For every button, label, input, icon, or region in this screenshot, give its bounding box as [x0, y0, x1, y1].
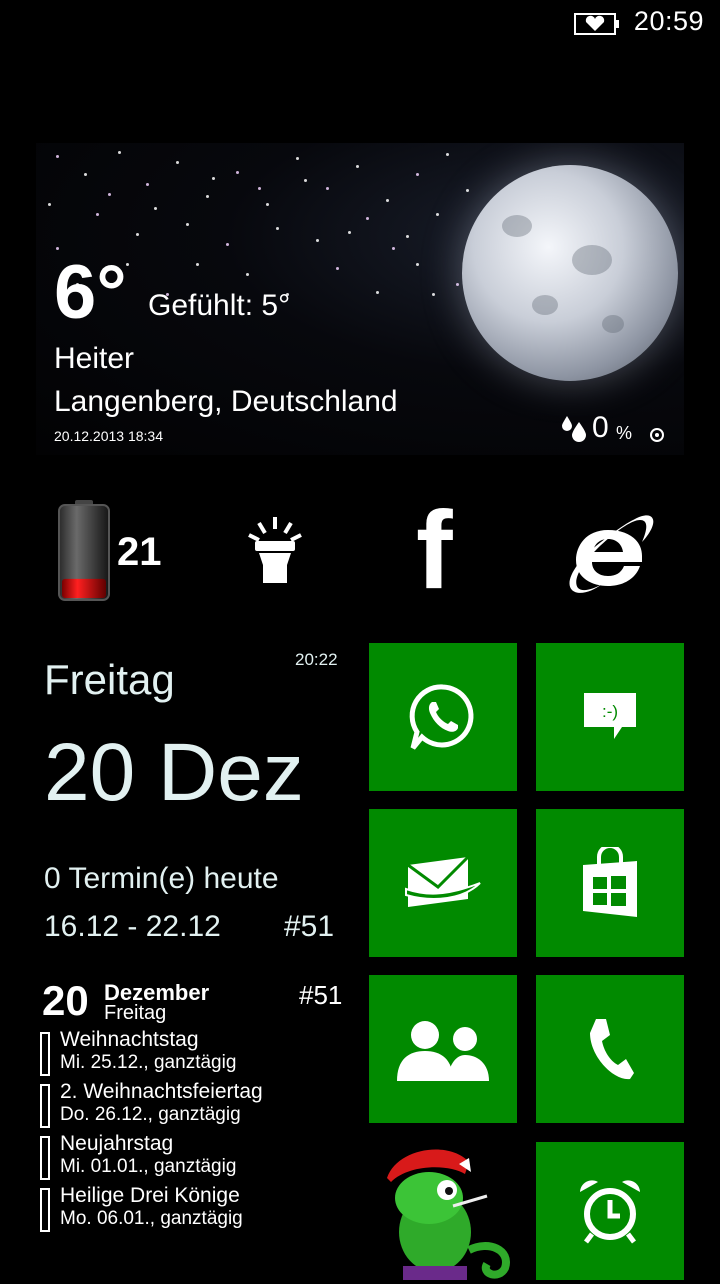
holiday-marker	[40, 1032, 50, 1076]
holiday-day-number: 20	[42, 977, 89, 1024]
holiday-name: Weihnachtstag	[60, 1028, 199, 1051]
weather-tile[interactable]: 6° Gefühlt: 5° Heiter Langenberg, Deutsc…	[36, 143, 684, 455]
raindrop-icon	[562, 416, 586, 442]
radar-indicator-icon	[650, 428, 664, 442]
holiday-list[interactable]: Weihnachtstag Mi. 25.12., ganztägig 2. W…	[40, 1028, 360, 1236]
precipitation-value: 0	[592, 411, 609, 444]
calendar-appointments: 0 Termin(e) heute	[44, 862, 279, 895]
calendar-week-number: #51	[284, 910, 335, 943]
holiday-marker	[40, 1188, 50, 1232]
calendar-weekday[interactable]: Freitag	[44, 656, 175, 704]
holiday-name: Heilige Drei Könige	[60, 1184, 240, 1207]
calendar-time: 20:22	[295, 650, 338, 669]
holiday-marker	[40, 1136, 50, 1180]
alarm-icon	[580, 1180, 640, 1244]
weather-updated: 20.12.2013 18:34	[54, 428, 163, 444]
calendar-week-range: 16.12 - 22.12	[44, 910, 221, 943]
status-time: 20:59	[633, 6, 704, 36]
internet-explorer-icon[interactable]	[566, 506, 654, 596]
mail-icon	[405, 855, 481, 907]
whatsapp-icon	[409, 684, 474, 750]
holiday-date: Mi. 25.12., ganztägig	[60, 1052, 237, 1073]
calendar-date[interactable]: 20 Dez	[44, 729, 304, 816]
weather-location: Langenberg, Deutschland	[54, 385, 398, 418]
svg-text::-): :-)	[602, 702, 618, 721]
mail-tile[interactable]	[369, 809, 517, 957]
messaging-tile[interactable]: :-)	[536, 643, 684, 791]
holiday-item[interactable]: Weihnachtstag Mi. 25.12., ganztägig	[40, 1028, 360, 1080]
holiday-name: Neujahrstag	[60, 1132, 174, 1155]
holiday-date: Do. 26.12., ganztägig	[60, 1104, 241, 1125]
holiday-item[interactable]: Heilige Drei Könige Mo. 06.01., ganztägi…	[40, 1184, 360, 1236]
phone-icon	[590, 1019, 634, 1080]
weather-condition: Heiter	[54, 342, 135, 375]
messaging-icon: :-)	[584, 693, 636, 739]
moon-image	[462, 165, 678, 381]
alarm-tile[interactable]	[536, 1142, 684, 1280]
battery-level: 21	[117, 530, 162, 574]
holiday-item[interactable]: Neujahrstag Mi. 01.01., ganztägig	[40, 1132, 360, 1184]
store-tile[interactable]	[536, 809, 684, 957]
holiday-marker	[40, 1084, 50, 1128]
holiday-item[interactable]: 2. Weihnachtsfeiertag Do. 26.12., ganztä…	[40, 1080, 360, 1132]
mascot-image[interactable]	[369, 1140, 517, 1280]
holiday-date: Mo. 06.01., ganztägig	[60, 1208, 243, 1229]
temperature: 6°	[54, 250, 127, 335]
feels-like: Gefühlt: 5°	[148, 289, 291, 322]
holiday-date: Mi. 01.01., ganztägig	[60, 1156, 237, 1177]
phone-tile[interactable]	[536, 975, 684, 1123]
people-icon	[397, 1021, 489, 1081]
flashlight-icon[interactable]	[245, 515, 305, 587]
holiday-name: 2. Weihnachtsfeiertag	[60, 1080, 263, 1103]
battery-icon[interactable]	[58, 500, 110, 601]
battery-heart-icon	[574, 13, 619, 35]
holiday-weekday: Freitag	[104, 1002, 167, 1024]
people-tile[interactable]	[369, 975, 517, 1123]
store-icon	[583, 847, 637, 917]
whatsapp-tile[interactable]	[369, 643, 517, 791]
holiday-week-number: #51	[299, 980, 343, 1010]
precipitation-unit: %	[616, 423, 633, 443]
facebook-icon[interactable]: f	[416, 496, 453, 606]
